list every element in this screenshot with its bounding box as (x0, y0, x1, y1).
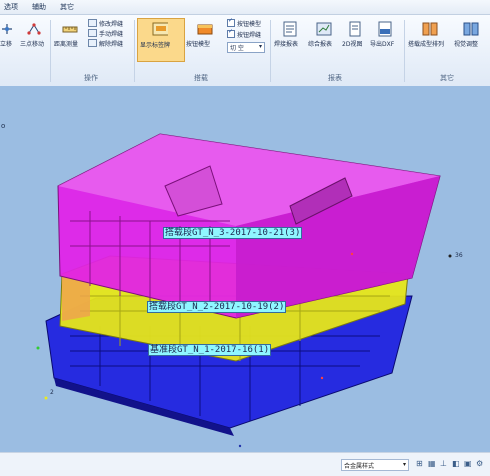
checkbox-icon (227, 28, 235, 38)
layer-icon[interactable]: ◧ (452, 460, 460, 468)
arrange-icon (422, 22, 438, 36)
three-point-icon (27, 23, 41, 35)
bottom-axis-mark: 2 (50, 389, 54, 396)
ortho-icon[interactable]: ⊥ (440, 460, 448, 468)
button-model-label: 按钮模型 (186, 41, 211, 48)
chevron-down-icon: ▾ (258, 43, 262, 50)
manual-weld-button[interactable]: 手动焊缝 (88, 29, 123, 38)
menu-tab-bar: 选项 辅助 其它 (0, 0, 490, 15)
style-select[interactable]: 合金属样式 ▾ (341, 459, 409, 471)
ribbon-separator (50, 20, 51, 82)
settings-icon[interactable]: ⚙ (476, 460, 484, 468)
export-dxf-button[interactable]: 导出DXF (370, 19, 400, 59)
arrange-tags-button[interactable]: 搭载成型排列 (408, 19, 452, 59)
tab-select[interactable]: 选项 (4, 2, 18, 12)
3d-viewport[interactable]: o 36 2 搭载段GT_N_3-2017-10-21(3) 搭载段GT_N_2… (0, 86, 490, 452)
summary-report-label: 综合报表 (308, 41, 333, 48)
group-label-display: 搭载 (194, 74, 208, 82)
chevron-down-icon: ▾ (402, 461, 406, 468)
ribbon-separator (134, 20, 135, 82)
tag-display-icon (152, 22, 168, 36)
2d-view-label: 2D视图 (342, 41, 363, 48)
2d-view-button[interactable]: 2D视图 (342, 19, 368, 59)
checkbox-icon (227, 17, 235, 27)
display-mode-select[interactable]: 切 空 ▾ (227, 42, 265, 53)
summary-report-button[interactable]: 综合报表 (308, 19, 340, 59)
model-icon (197, 24, 213, 35)
group-label-other: 其它 (440, 74, 454, 82)
show-tag-button[interactable]: 显示标签牌 (137, 18, 185, 62)
group-label-report: 报表 (328, 74, 342, 82)
point-marker (238, 444, 242, 448)
summary-report-icon (316, 22, 332, 36)
tab-assist[interactable]: 辅助 (32, 2, 46, 12)
export-dxf-label: 导出DXF (370, 41, 395, 48)
lock-icon[interactable]: ▣ (464, 460, 472, 468)
visual-adjust-label: 视觉调整 (454, 41, 479, 48)
weld-icon (88, 39, 97, 47)
modify-weld-button[interactable]: 修改焊缝 (88, 19, 123, 28)
document-view-icon (349, 21, 361, 37)
point-marker (350, 252, 354, 256)
move-vertical-label: 立移 (0, 41, 13, 48)
weld-report-label: 焊接报表 (274, 41, 299, 48)
ribbon-separator (270, 20, 271, 82)
check-button-weld[interactable]: 按钮焊缝 (227, 28, 261, 39)
ribbon-separator (404, 20, 405, 82)
point-marker (448, 254, 452, 258)
distance-measure-label: 距离测量 (54, 41, 79, 48)
visual-adjust-icon (463, 22, 479, 36)
grid-icon[interactable]: ▦ (428, 460, 436, 468)
ribbon-toolbar: 立移 三点移动 距离测量 修改焊缝 手动焊缝 解除焊缝 操作 显示标签牌 按钮模… (0, 15, 490, 87)
weld-report-button[interactable]: 焊接报表 (274, 19, 306, 59)
visual-adjust-button[interactable]: 视觉调整 (454, 19, 488, 59)
check-button-model[interactable]: 按钮模型 (227, 17, 261, 28)
group-label-operate: 操作 (84, 74, 98, 82)
move-icon (2, 24, 12, 34)
ship-block-model (36, 133, 452, 448)
weld-icon (88, 29, 97, 37)
point-marker (320, 376, 324, 380)
button-model-button[interactable]: 按钮模型 (186, 19, 224, 59)
move-vertical-button[interactable]: 立移 (0, 19, 18, 59)
snap-icon[interactable]: ⊞ (416, 460, 424, 468)
right-axis-mark: 36 (455, 252, 463, 259)
origin-mark: o (1, 122, 6, 130)
block-1-tag[interactable]: 基准段GT_N_1-2017-16(1) (148, 344, 272, 356)
point-marker (44, 396, 48, 400)
three-point-move-button[interactable]: 三点移动 (20, 19, 48, 59)
report-icon (283, 21, 297, 37)
arrange-tags-label: 搭载成型排列 (408, 41, 445, 48)
weld-icon (88, 19, 97, 27)
block-2-tag[interactable]: 搭载段GT_N_2-2017-10-19(2) (147, 301, 287, 313)
block-3-tag[interactable]: 搭载段GT_N_3-2017-10-21(3) (163, 227, 303, 239)
ruler-icon (62, 26, 78, 33)
point-marker (36, 346, 40, 350)
status-bar: 合金属样式 ▾ ⊞ ▦ ⊥ ◧ ▣ ⚙ (0, 452, 490, 476)
distance-measure-button[interactable]: 距离测量 (54, 19, 86, 59)
show-tag-label: 显示标签牌 (140, 42, 171, 49)
tab-other[interactable]: 其它 (60, 2, 74, 12)
dxf-file-icon (378, 21, 392, 37)
release-weld-button[interactable]: 解除焊缝 (88, 39, 123, 48)
three-point-move-label: 三点移动 (20, 41, 45, 48)
